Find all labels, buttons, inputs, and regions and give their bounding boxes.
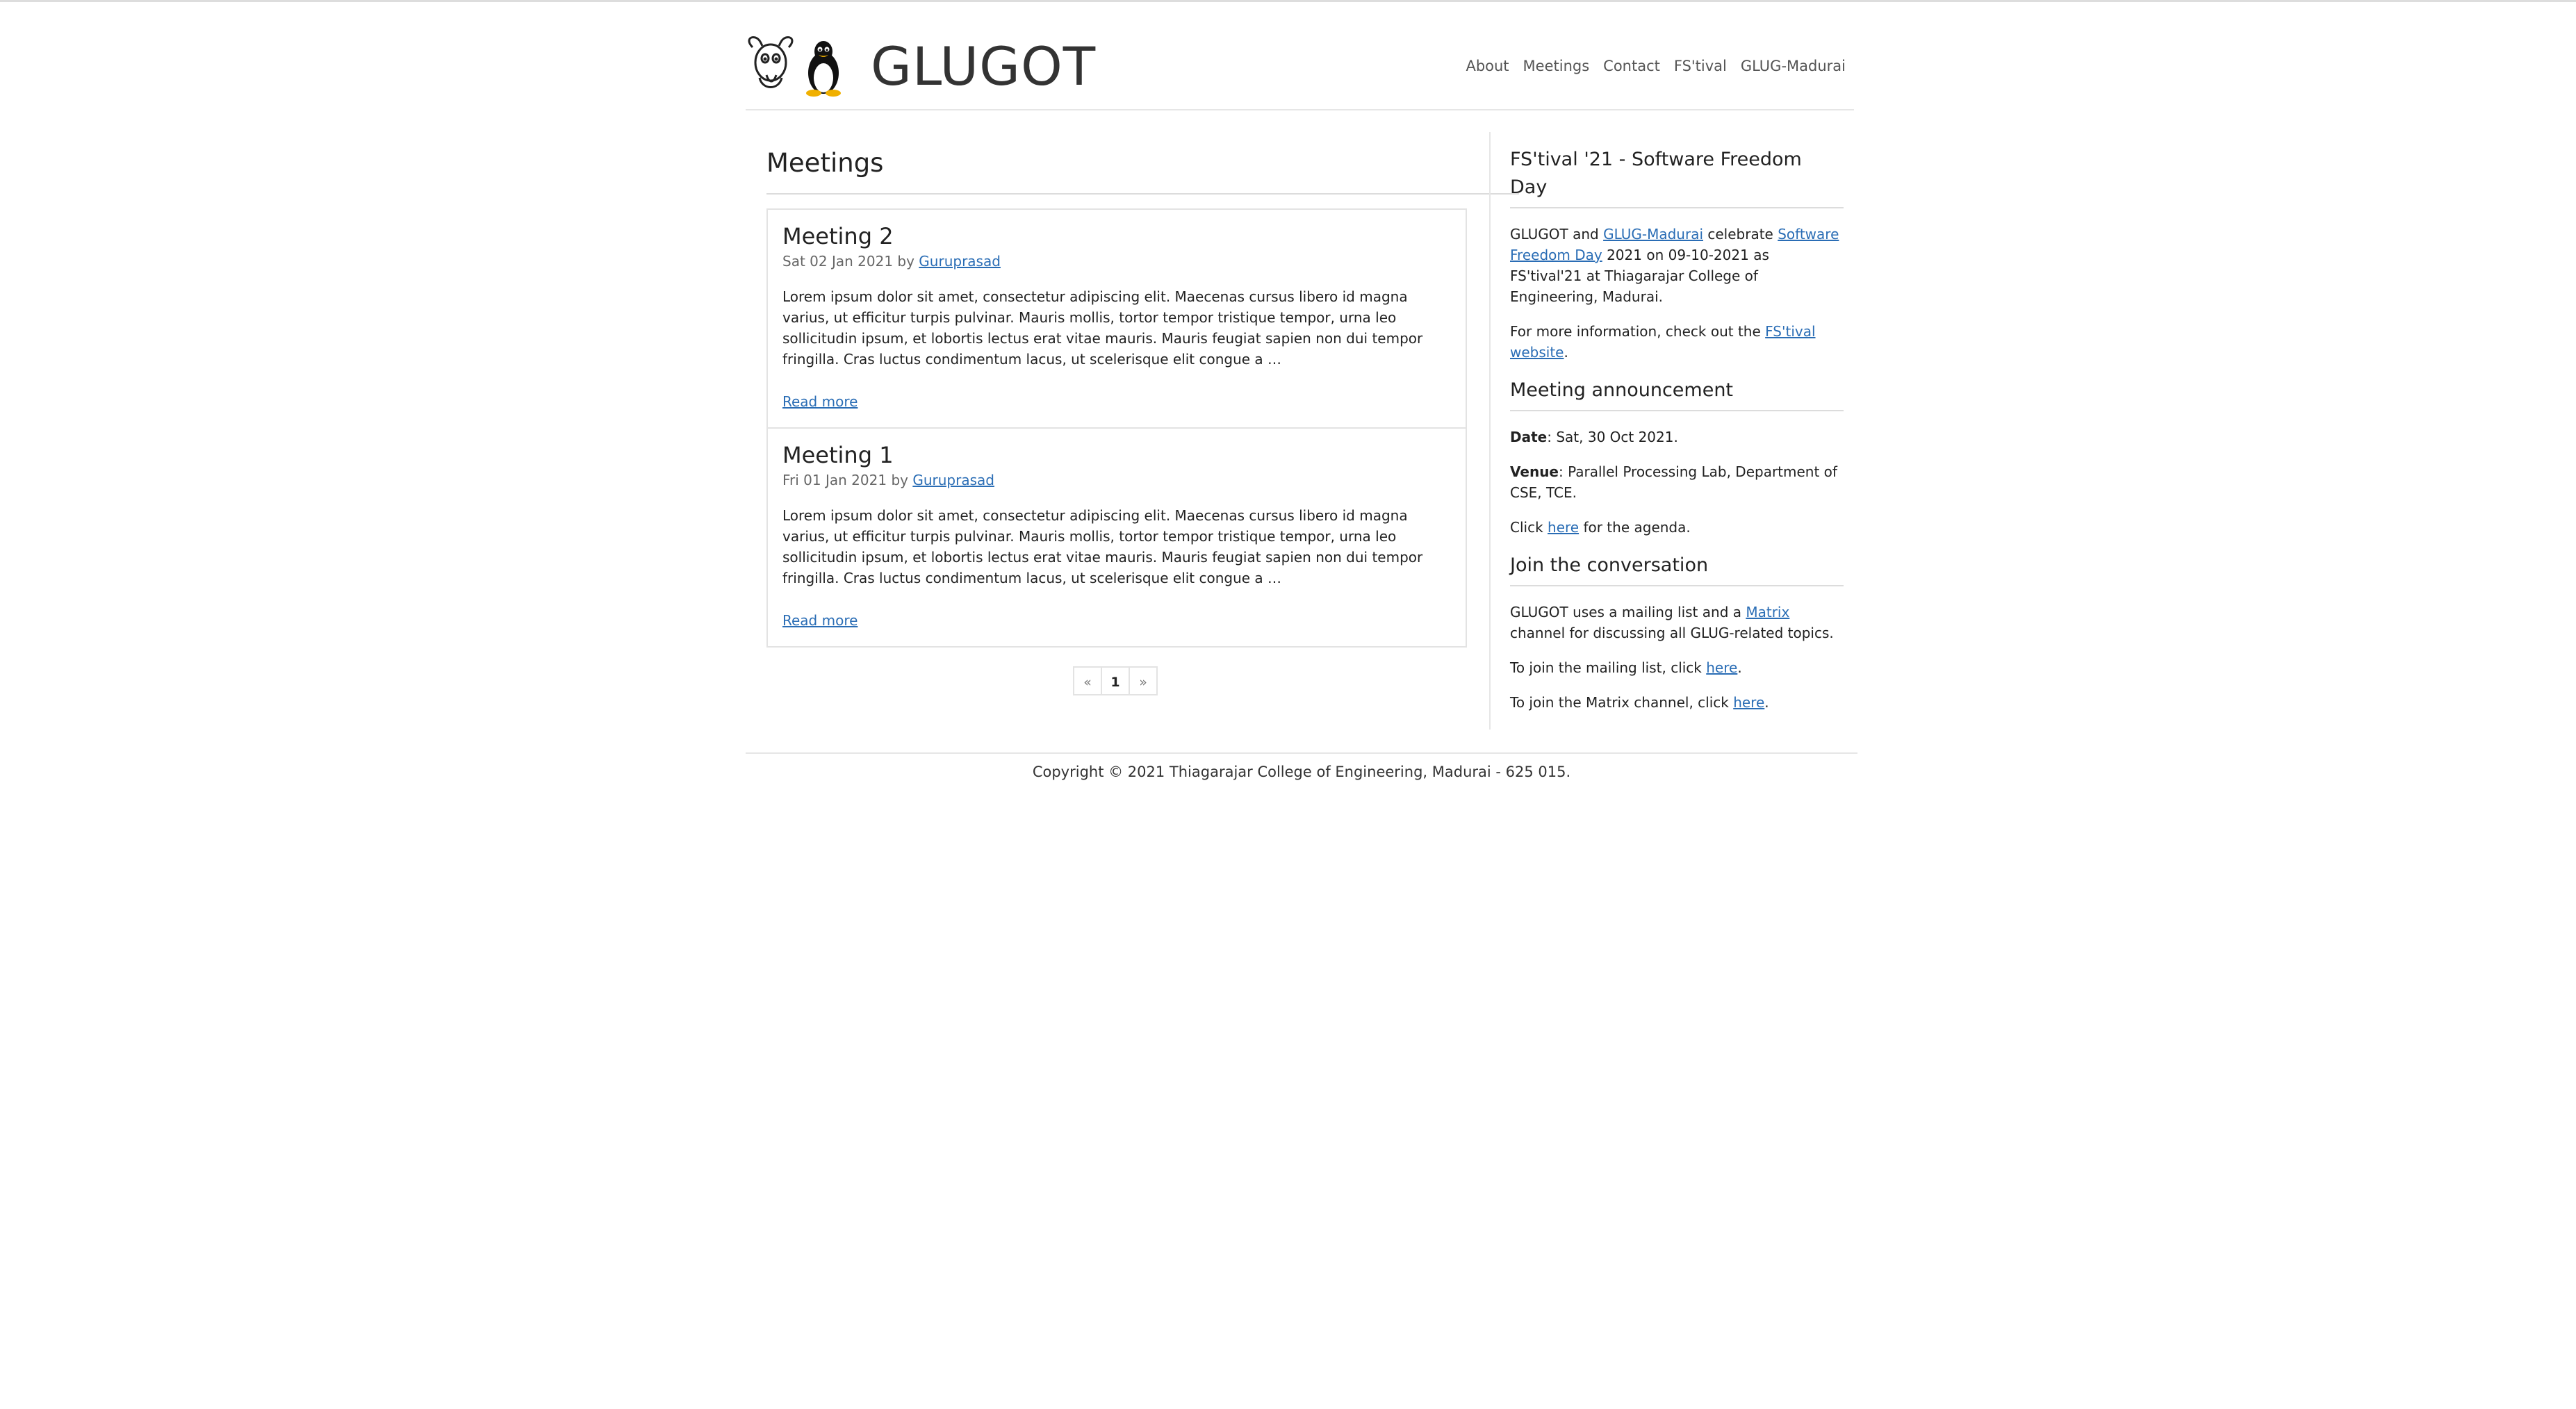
post-date: Fri 01 Jan 2021 [782, 472, 887, 488]
sidebar: FS'tival '21 - Software Freedom Day GLUG… [1510, 146, 1844, 727]
page-container: GLUGOT About Meetings Contact FS'tival G… [746, 0, 1857, 1409]
post-card: Meeting 2 Sat 02 Jan 2021 by Guruprasad … [766, 208, 1467, 429]
nav-link-glug-madurai[interactable]: GLUG-Madurai [1741, 56, 1846, 76]
announcement-venue: Venue: Parallel Processing Lab, Departme… [1510, 463, 1837, 501]
pagination-next-button[interactable]: » [1129, 666, 1158, 695]
post-title[interactable]: Meeting 2 [782, 221, 894, 252]
sidebar-announcement-section: Meeting announcement Date: Sat, 30 Oct 2… [1510, 377, 1844, 538]
footer-copyright: Copyright © 2021 Thiagarajar College of … [1032, 764, 1571, 780]
post-excerpt: Lorem ipsum dolor sit amet, consectetur … [782, 507, 1423, 586]
sidebar-divider [1489, 132, 1491, 730]
matrix-link[interactable]: Matrix [1746, 604, 1789, 620]
sidebar-festival-section: FS'tival '21 - Software Freedom Day GLUG… [1510, 146, 1844, 363]
page-title: Meetings [766, 148, 884, 178]
sidebar-heading: FS'tival '21 - Software Freedom Day [1510, 146, 1844, 208]
mailing-list-link[interactable]: here [1706, 659, 1737, 676]
nav-link-about[interactable]: About [1466, 56, 1509, 76]
post-excerpt: Lorem ipsum dolor sit amet, consectetur … [782, 288, 1423, 368]
gnu-tux-logo-icon[interactable] [746, 35, 850, 97]
glug-madurai-link[interactable]: GLUG-Madurai [1603, 226, 1703, 242]
sidebar-paragraph: GLUGOT uses a mailing list and a Matrix … [1510, 604, 1834, 641]
pagination-prev-button[interactable]: « [1073, 666, 1102, 695]
matrix-channel-link[interactable]: here [1733, 694, 1764, 711]
post-meta: Sat 02 Jan 2021 by Guruprasad [782, 252, 1001, 271]
post-meta: Fri 01 Jan 2021 by Guruprasad [782, 470, 994, 490]
sidebar-heading: Meeting announcement [1510, 377, 1844, 411]
sidebar-paragraph: To join the Matrix channel, click here. [1510, 694, 1769, 711]
announcement-agenda: Click here for the agenda. [1510, 519, 1691, 536]
read-more-link[interactable]: Read more [782, 392, 858, 411]
site-header: GLUGOT About Meetings Contact FS'tival G… [746, 0, 1854, 110]
sidebar-paragraph: GLUGOT and GLUG-Madurai celebrate Softwa… [1510, 226, 1839, 305]
sidebar-conversation-section: Join the conversation GLUGOT uses a mail… [1510, 552, 1844, 713]
sidebar-heading: Join the conversation [1510, 552, 1844, 586]
pagination: « 1 » [1073, 666, 1158, 695]
post-by-label: by [891, 472, 908, 488]
post-author-link[interactable]: Guruprasad [912, 472, 994, 488]
nav-link-fstival[interactable]: FS'tival [1674, 56, 1727, 76]
announcement-date: Date: Sat, 30 Oct 2021. [1510, 429, 1678, 445]
heading-divider [766, 193, 1519, 195]
footer-divider [746, 752, 1857, 754]
nav-link-meetings[interactable]: Meetings [1523, 56, 1590, 76]
main-nav: About Meetings Contact FS'tival GLUG-Mad… [1466, 56, 1846, 76]
nav-link-contact[interactable]: Contact [1603, 56, 1660, 76]
sidebar-paragraph: For more information, check out the FS't… [1510, 323, 1816, 361]
post-date: Sat 02 Jan 2021 [782, 253, 894, 270]
post-title[interactable]: Meeting 1 [782, 440, 894, 470]
post-author-link[interactable]: Guruprasad [919, 253, 1001, 270]
read-more-link[interactable]: Read more [782, 611, 858, 630]
agenda-link[interactable]: here [1548, 519, 1579, 536]
post-by-label: by [897, 253, 914, 270]
pagination-page-1[interactable]: 1 [1101, 666, 1130, 695]
sidebar-paragraph: To join the mailing list, click here. [1510, 659, 1742, 676]
post-card: Meeting 1 Fri 01 Jan 2021 by Guruprasad … [766, 427, 1467, 648]
site-title[interactable]: GLUGOT [871, 32, 1096, 101]
